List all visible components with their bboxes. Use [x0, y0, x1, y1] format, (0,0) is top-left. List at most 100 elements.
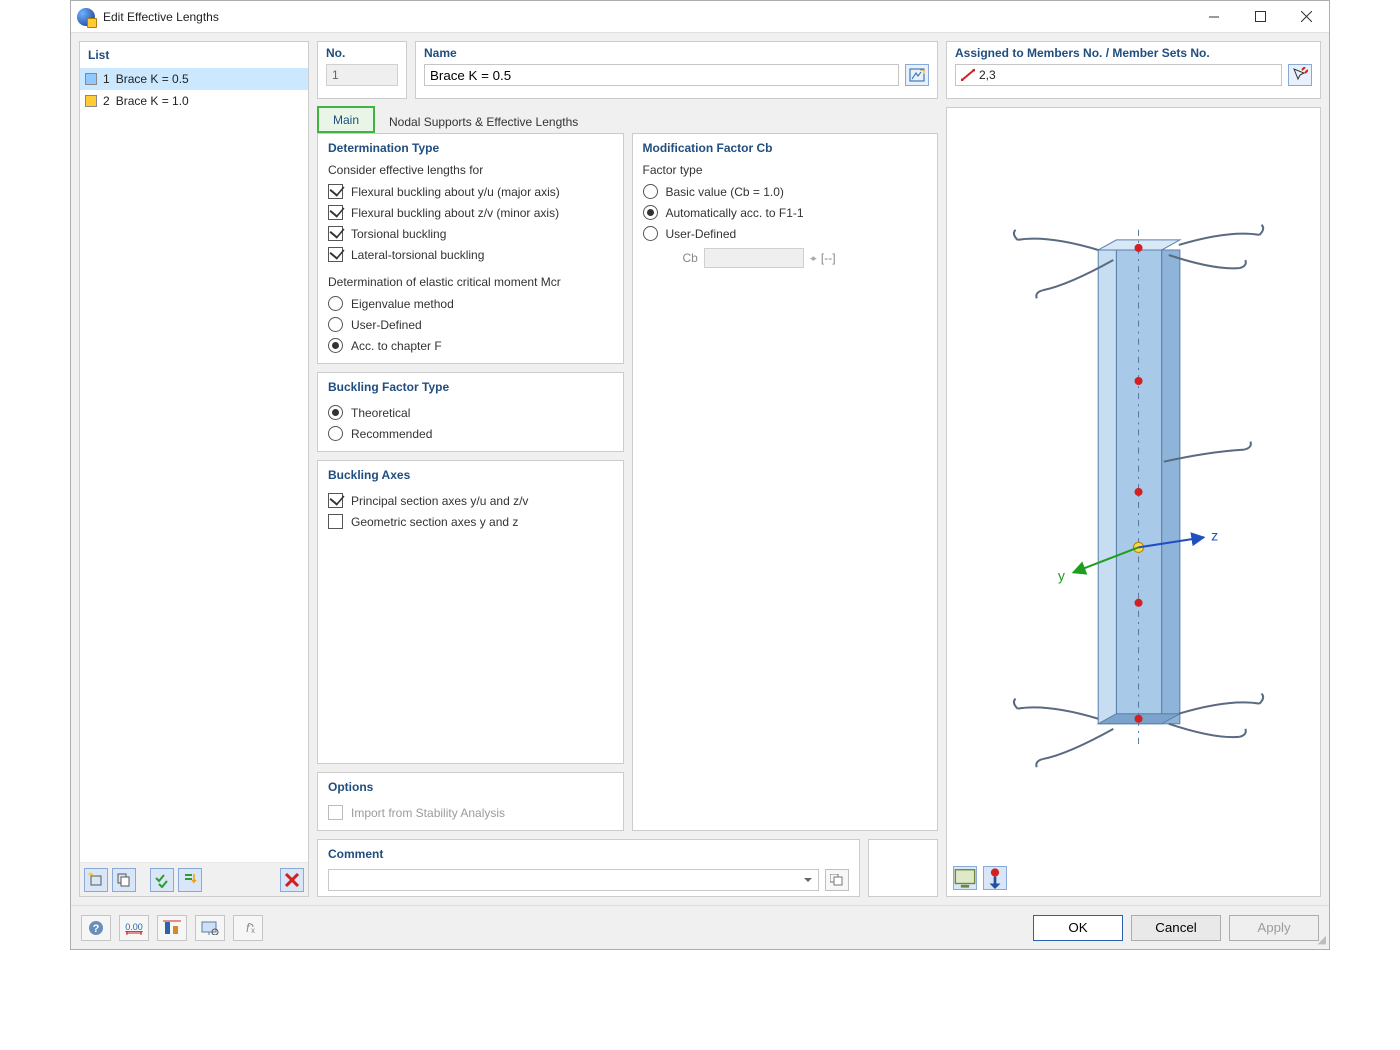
delete-item-button[interactable]: [280, 868, 304, 892]
pick-members-button[interactable]: [1288, 64, 1312, 86]
name-heading: Name: [424, 46, 929, 60]
title-bar: Edit Effective Lengths: [71, 1, 1329, 33]
cancel-button[interactable]: Cancel: [1131, 915, 1221, 941]
radio-basic-value[interactable]: Basic value (Cb = 1.0): [643, 181, 928, 202]
panel-heading: Buckling Axes: [328, 468, 613, 482]
panel-heading: Buckling Factor Type: [328, 380, 613, 394]
check-all-button[interactable]: [150, 868, 174, 892]
cb-input: [704, 248, 804, 268]
assigned-card: Assigned to Members No. / Member Sets No…: [946, 41, 1321, 99]
copy-item-button[interactable]: [112, 868, 136, 892]
cb-unit: [--]: [821, 251, 836, 265]
radio-icon: [643, 226, 658, 241]
consider-label: Consider effective lengths for: [328, 163, 613, 177]
definition-list-pane: List 1 Brace K = 0.5 2 Brace K = 1.0: [79, 41, 309, 897]
buckling-factor-type-panel: Buckling Factor Type Theoretical Recomme…: [317, 372, 624, 452]
list-item[interactable]: 2 Brace K = 1.0: [80, 90, 308, 112]
radio-cb-user-defined[interactable]: User-Defined: [643, 223, 928, 244]
ok-button[interactable]: OK: [1033, 915, 1123, 941]
new-item-button[interactable]: [84, 868, 108, 892]
preview-3d[interactable]: z y: [946, 107, 1321, 897]
number-heading: No.: [326, 46, 398, 60]
help-button[interactable]: ?: [81, 915, 111, 941]
color-swatch: [85, 95, 97, 107]
axis-y-label: y: [1058, 568, 1066, 584]
radio-icon: [328, 405, 343, 420]
radio-icon: [328, 426, 343, 441]
definition-list[interactable]: 1 Brace K = 0.5 2 Brace K = 1.0: [80, 68, 308, 862]
checkbox-icon: [328, 805, 343, 820]
assigned-value: 2,3: [979, 68, 996, 82]
list-item-no: 2: [103, 94, 110, 108]
checkbox-icon: [328, 247, 343, 262]
number-card: No. 1: [317, 41, 407, 99]
radio-theoretical[interactable]: Theoretical: [328, 402, 613, 423]
panel-heading: Comment: [328, 847, 849, 861]
window-minimize-button[interactable]: [1191, 1, 1237, 32]
factor-type-label: Factor type: [643, 163, 928, 177]
list-item[interactable]: 1 Brace K = 0.5: [80, 68, 308, 90]
checkbox-principal-axes[interactable]: Principal section axes y/u and z/v: [328, 490, 613, 511]
mcr-label: Determination of elastic critical moment…: [328, 275, 613, 289]
window-close-button[interactable]: [1283, 1, 1329, 32]
radio-icon: [643, 205, 658, 220]
name-input[interactable]: [424, 64, 899, 86]
tab-nodal-supports[interactable]: Nodal Supports & Effective Lengths: [375, 110, 592, 133]
radio-eigenvalue[interactable]: Eigenvalue method: [328, 293, 613, 314]
checkbox-import-stability: Import from Stability Analysis: [328, 802, 613, 823]
list-heading: List: [80, 42, 308, 68]
radio-recommended[interactable]: Recommended: [328, 423, 613, 444]
view-related-button[interactable]: [905, 64, 929, 86]
comment-edit-button[interactable]: [825, 869, 849, 891]
buckling-axes-panel: Buckling Axes Principal section axes y/u…: [317, 460, 624, 764]
radio-icon: [328, 317, 343, 332]
app-icon: [77, 8, 95, 26]
lengths-button[interactable]: [157, 915, 187, 941]
comment-combobox[interactable]: [328, 869, 819, 891]
checkbox-icon: [328, 184, 343, 199]
radio-mcr-user-defined[interactable]: User-Defined: [328, 314, 613, 335]
window-maximize-button[interactable]: [1237, 1, 1283, 32]
assigned-input[interactable]: 2,3: [955, 64, 1282, 86]
list-item-label: Brace K = 0.5: [116, 72, 189, 86]
tab-strip: Main Nodal Supports & Effective Lengths: [317, 105, 938, 133]
assigned-heading: Assigned to Members No. / Member Sets No…: [955, 46, 1312, 60]
comment-spacer-panel: [868, 839, 938, 897]
checkbox-geometric-axes[interactable]: Geometric section axes y and z: [328, 511, 613, 532]
member-preview-svg: z y: [947, 108, 1320, 896]
checkbox-flexural-yu[interactable]: Flexural buckling about y/u (major axis): [328, 181, 613, 202]
view-button[interactable]: [195, 915, 225, 941]
window-title: Edit Effective Lengths: [103, 10, 219, 24]
checkbox-lateral-torsional[interactable]: Lateral-torsional buckling: [328, 244, 613, 265]
radio-icon: [328, 338, 343, 353]
comment-panel: Comment: [317, 839, 860, 897]
radio-mcr-chapter-f[interactable]: Acc. to chapter F: [328, 335, 613, 356]
svg-text:x: x: [251, 926, 255, 935]
list-item-label: Brace K = 1.0: [116, 94, 189, 108]
svg-text:0.00: 0.00: [125, 922, 143, 932]
radio-icon: [643, 184, 658, 199]
cb-label: Cb: [683, 251, 698, 265]
sort-button[interactable]: [178, 868, 202, 892]
units-button[interactable]: 0.00: [119, 915, 149, 941]
svg-text:?: ?: [93, 923, 100, 935]
panel-heading: Determination Type: [328, 141, 613, 155]
panel-heading: Modification Factor Cb: [643, 141, 928, 155]
modification-factor-panel: Modification Factor Cb Factor type Basic…: [632, 133, 939, 831]
axis-z-label: z: [1211, 527, 1218, 543]
preview-load-button[interactable]: [983, 866, 1007, 890]
checkbox-flexural-zv[interactable]: Flexural buckling about z/v (minor axis): [328, 202, 613, 223]
checkbox-icon: [328, 514, 343, 529]
number-value: 1: [326, 64, 398, 86]
name-card: Name: [415, 41, 938, 99]
checkbox-torsional[interactable]: Torsional buckling: [328, 223, 613, 244]
apply-button: Apply: [1229, 915, 1319, 941]
member-icon: [961, 69, 975, 81]
preview-display-button[interactable]: [953, 866, 977, 890]
tab-main[interactable]: Main: [317, 106, 375, 133]
color-swatch: [85, 73, 97, 85]
determination-type-panel: Determination Type Consider effective le…: [317, 133, 624, 364]
radio-auto-f1-1[interactable]: Automatically acc. to F1-1: [643, 202, 928, 223]
list-toolbar: [80, 862, 308, 896]
function-button[interactable]: fx: [233, 915, 263, 941]
